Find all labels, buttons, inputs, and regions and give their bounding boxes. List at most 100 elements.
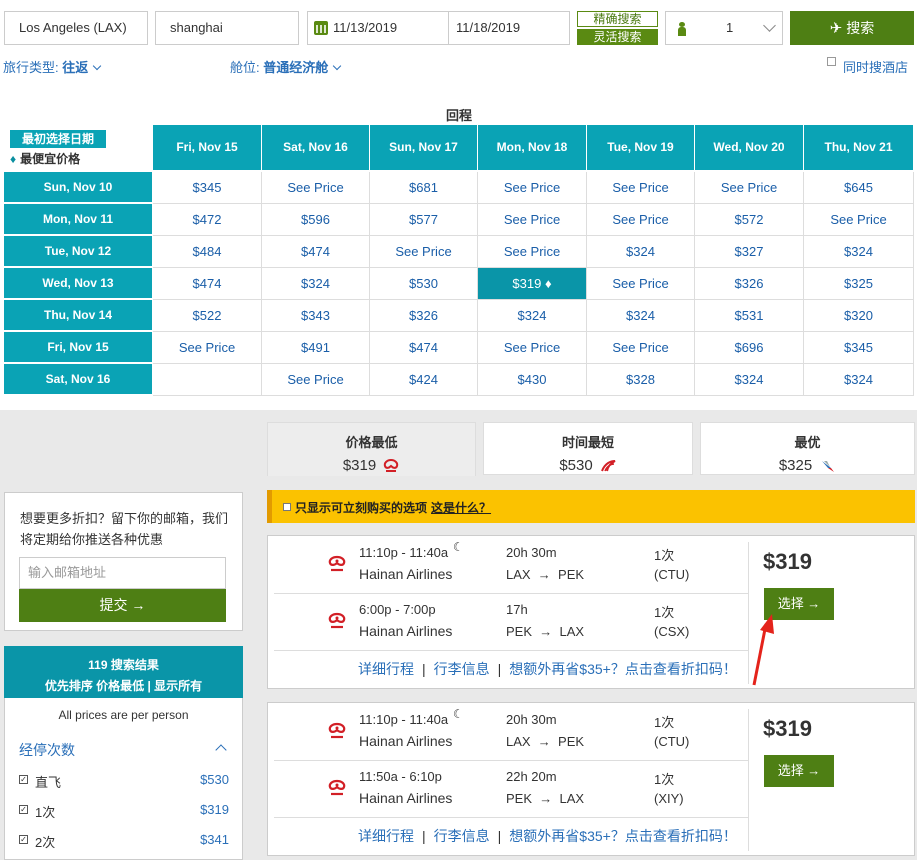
matrix-cell[interactable] [153,364,262,396]
matrix-cell[interactable]: $577 [370,204,478,236]
matrix-cell[interactable]: See Price [153,332,262,364]
matrix-cell[interactable]: $326 [370,300,478,332]
matrix-cell[interactable]: $327 [695,236,804,268]
matrix-cell[interactable]: See Price [587,204,695,236]
divider [274,593,748,594]
matrix-cell[interactable]: $572 [695,204,804,236]
matrix-cell[interactable]: $325 [804,268,914,300]
sort-tab-cheapest[interactable]: 价格最低 $319 [267,422,476,476]
return-date-header: Mon, Nov 18 [478,125,586,170]
matrix-cell[interactable]: $324 [478,300,587,332]
matrix-cell[interactable]: $696 [695,332,804,364]
matrix-cell[interactable]: $326 [695,268,804,300]
calendar-icon [314,21,328,35]
legend-lowest: ♦ 最便宜价格 [10,150,80,167]
matrix-cell[interactable]: $530 [370,268,478,300]
origin-input[interactable]: Los Angeles (LAX) [4,11,148,45]
matrix-cell[interactable]: See Price [262,172,370,204]
matrix-cell[interactable]: $472 [153,204,262,236]
checkbox[interactable]: ✓ [19,805,28,814]
itinerary-link[interactable]: 详细行程 [358,661,414,677]
matrix-cell[interactable]: $328 [587,364,695,396]
matrix-cell[interactable]: $531 [695,300,804,332]
trip-type-dropdown[interactable]: 旅行类型: 往返 [3,57,102,76]
sort-tab-shortest[interactable]: 时间最短 $530 [483,422,693,475]
matrix-cell[interactable]: See Price [262,364,370,396]
matrix-cell[interactable]: $324 [262,268,370,300]
flight-route: LAX → PEK [506,734,585,749]
discount-link[interactable]: 想额外再省$35+？点击查看折扣码！ [509,828,737,844]
divider [448,12,449,44]
stop-filter-price: $530 [200,772,229,787]
checkbox[interactable]: ✓ [19,775,28,784]
legend-first-date: 最初选择日期 [10,130,106,148]
discount-link[interactable]: 想额外再省$35+？点击查看折扣码！ [509,661,737,677]
matrix-cell[interactable]: $345 [804,332,914,364]
stops-filter-title[interactable]: 经停次数 [19,740,75,760]
matrix-cell[interactable]: $424 [370,364,478,396]
search-button[interactable]: ✈ 搜索 [790,11,914,45]
card-links: 详细行程 | 行李信息 | 想额外再省$35+？点击查看折扣码！ [358,659,737,679]
chevron-up-icon[interactable] [215,744,227,756]
divider [748,709,749,851]
matrix-cell[interactable]: $596 [262,204,370,236]
destination-input[interactable]: shanghai [155,11,299,45]
matrix-cell[interactable]: See Price [370,236,478,268]
airline-name: Hainan Airlines [359,733,453,749]
cabin-dropdown[interactable]: 舱位: 普通经济舱 [230,57,342,76]
email-input[interactable]: 输入邮箱地址 [19,557,226,589]
baggage-link[interactable]: 行李信息 [434,661,490,677]
exact-search-button[interactable]: 精确搜索 [577,11,658,27]
matrix-cell[interactable]: $645 [804,172,914,204]
matrix-cell[interactable]: See Price [587,268,695,300]
matrix-cell[interactable]: $345 [153,172,262,204]
matrix-cell[interactable]: See Price [478,204,587,236]
matrix-cell[interactable]: $430 [478,364,587,396]
stop-count: 1次 [654,715,675,730]
flexible-search-button[interactable]: 灵活搜索 [577,29,658,45]
matrix-cell[interactable]: $343 [262,300,370,332]
depart-date-header: Thu, Nov 14 [4,300,152,330]
sort-tab-price: $319 [268,457,475,474]
matrix-cell[interactable]: $324 [587,236,695,268]
baggage-link[interactable]: 行李信息 [434,828,490,844]
matrix-cell[interactable]: $491 [262,332,370,364]
divider [274,650,748,651]
matrix-cell[interactable]: See Price [804,204,914,236]
matrix-cell[interactable]: See Price [587,332,695,364]
matrix-cell[interactable]: See Price [478,172,587,204]
return-date[interactable]: 11/18/2019 [456,12,520,44]
matrix-cell[interactable]: $474 [153,268,262,300]
stop-filter-price: $319 [200,802,229,817]
hotel-checkbox[interactable] [827,57,836,66]
checkbox[interactable]: ✓ [19,835,28,844]
whats-this-link[interactable]: 这是什么？ [431,501,491,515]
results-sort-line[interactable]: 优先排序 价格最低 | 显示所有 [4,677,243,694]
matrix-cell[interactable]: $324 [804,364,914,396]
hotel-label[interactable]: 同时搜酒店 [843,57,908,76]
matrix-cell[interactable]: See Price [478,236,587,268]
matrix-cell[interactable]: See Price [478,332,587,364]
matrix-cell[interactable]: $474 [262,236,370,268]
divider [748,542,749,684]
depart-date[interactable]: 11/13/2019 [333,12,397,44]
matrix-cell-selected[interactable]: $319 ♦ [478,268,587,300]
select-button[interactable]: 选择 → [764,755,834,787]
search-label: 搜索 [846,20,875,36]
matrix-cell[interactable]: $324 [587,300,695,332]
submit-button[interactable]: 提交 → [19,589,226,622]
matrix-cell[interactable]: $681 [370,172,478,204]
date-range-picker[interactable]: 11/13/2019 11/18/2019 [307,11,570,45]
instant-book-checkbox[interactable] [283,503,291,511]
itinerary-link[interactable]: 详细行程 [358,828,414,844]
passenger-select[interactable]: 1 [665,11,783,45]
matrix-cell[interactable]: $522 [153,300,262,332]
sort-tab-best[interactable]: 最优 $325 [700,422,915,475]
matrix-cell[interactable]: $324 [804,236,914,268]
matrix-cell[interactable]: See Price [695,172,804,204]
matrix-cell[interactable]: $484 [153,236,262,268]
matrix-cell[interactable]: $324 [695,364,804,396]
matrix-cell[interactable]: $320 [804,300,914,332]
matrix-cell[interactable]: See Price [587,172,695,204]
matrix-cell[interactable]: $474 [370,332,478,364]
